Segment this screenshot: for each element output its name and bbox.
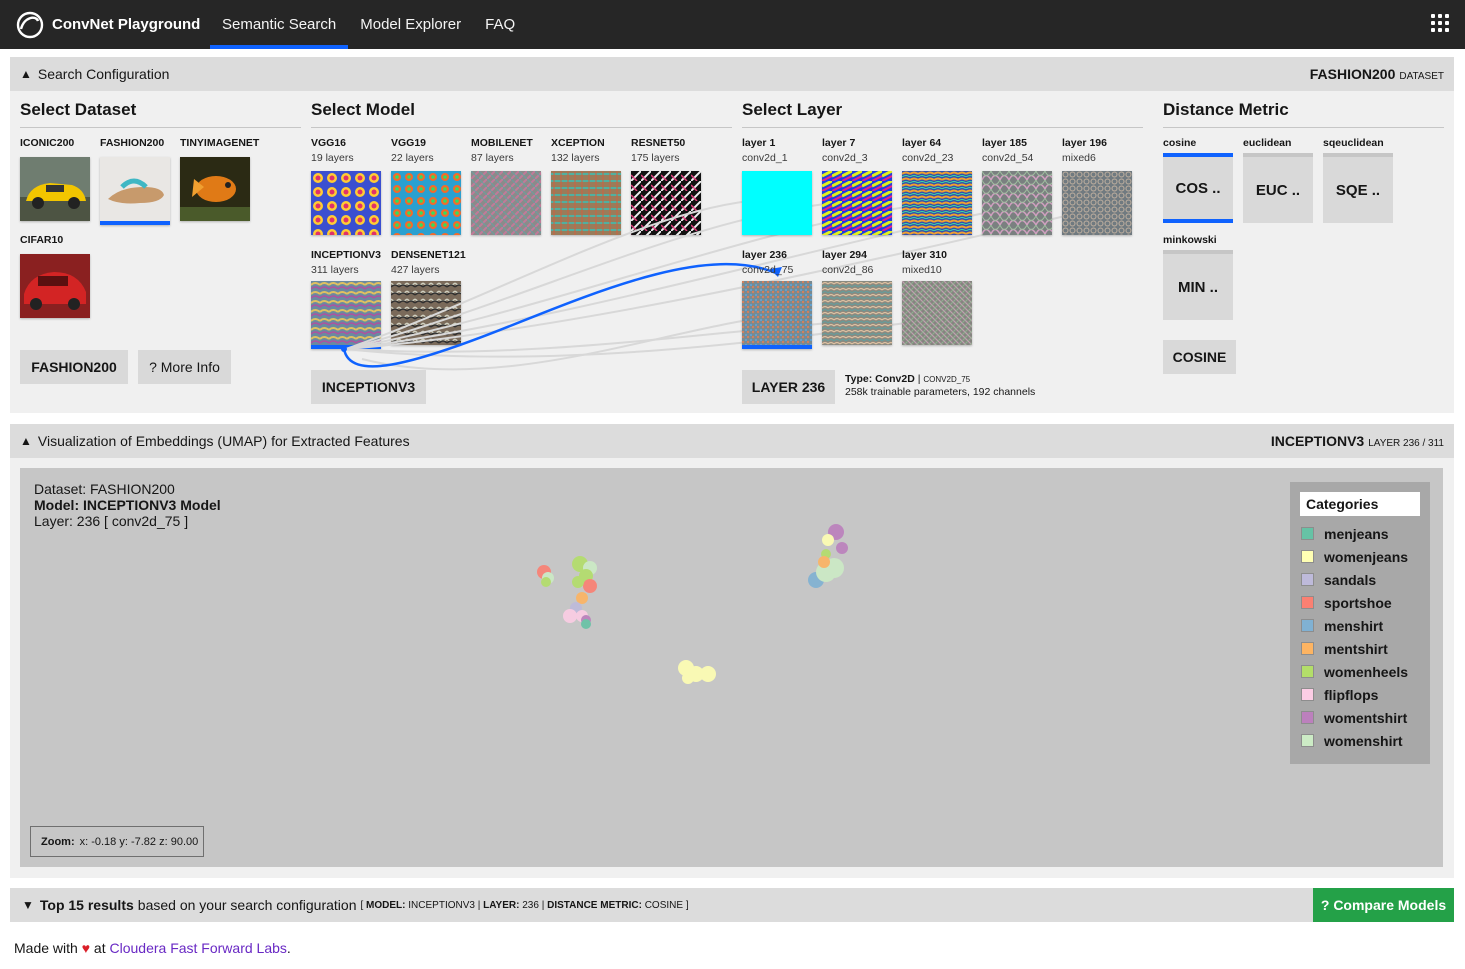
layer-thumb-196[interactable] (1062, 171, 1132, 235)
layer-option-7[interactable]: layer 7 conv2d_3 (822, 137, 868, 164)
umap-scatter (537, 524, 848, 684)
compare-models-button[interactable]: ? Compare Models (1313, 888, 1454, 922)
categories-legend: Categories menjeans womenjeans sandals s… (1290, 482, 1430, 764)
metric-label-sqeuclidean: sqeuclidean (1323, 137, 1384, 149)
metric-option-cosine[interactable]: COS .. (1163, 153, 1233, 223)
legend-title: Categories (1300, 492, 1420, 516)
search-config-title: Search Configuration (37, 66, 170, 82)
footer: Made with ♥ at Cloudera Fast Forward Lab… (14, 940, 291, 956)
metric-label-euclidean: euclidean (1243, 137, 1292, 149)
layer-info: Type: Conv2D | CONV2D_75 (845, 373, 971, 385)
legend-item-menshirt[interactable]: menshirt (1300, 614, 1420, 637)
convnet-logo-icon (16, 11, 44, 38)
collapse-toggle-icon: ▲ (20, 434, 32, 448)
cloudera-link[interactable]: Cloudera Fast Forward Labs (109, 940, 286, 956)
search-config-header[interactable]: ▲ Search Configuration FASHION200 DATASET (10, 57, 1454, 91)
selected-model-indicator: INCEPTIONV3 LAYER 236 / 311 (1270, 433, 1444, 449)
layer-option-64[interactable]: layer 64 conv2d_23 (902, 137, 953, 164)
legend-item-womenheels[interactable]: womenheels (1300, 660, 1420, 683)
layer-thumb-1[interactable] (742, 171, 812, 235)
legend-item-womenjeans[interactable]: womenjeans (1300, 545, 1420, 568)
tab-model-explorer[interactable]: Model Explorer (348, 0, 473, 49)
legend-item-womentshirt[interactable]: womentshirt (1300, 706, 1420, 729)
layer-thumb-310[interactable] (902, 281, 972, 345)
layer-option-185[interactable]: layer 185 conv2d_54 (982, 137, 1033, 164)
selected-layer-button[interactable]: LAYER 236 (742, 370, 835, 404)
layer-thumb-185[interactable] (982, 171, 1052, 235)
selected-dataset-indicator: FASHION200 DATASET (1309, 66, 1444, 82)
results-config-summary: [ MODEL: INCEPTIONV3 | LAYER: 236 | DIST… (360, 899, 689, 911)
select-layer-title: Select Layer (742, 100, 843, 119)
app-switcher-icon[interactable] (1431, 14, 1449, 32)
app-title: ConvNet Playground (52, 16, 201, 33)
collapse-toggle-icon: ▼ (22, 898, 34, 912)
results-count: Top 15 results (39, 897, 134, 913)
selected-metric-button[interactable]: COSINE (1163, 340, 1236, 374)
results-header[interactable]: ▼ Top 15 results based on your search co… (10, 888, 1454, 922)
layer-option-294[interactable]: layer 294 conv2d_86 (822, 249, 873, 276)
layer-params: 258k trainable parameters, 192 channels (845, 386, 1036, 398)
search-config-body: Select Dataset ICONIC200 FASHION200 TINY… (10, 91, 1454, 413)
legend-item-flipflops[interactable]: flipflops (1300, 683, 1420, 706)
metric-option-minkowski[interactable]: MIN .. (1163, 250, 1233, 320)
layer-thumb-7[interactable] (822, 171, 892, 235)
metric-option-euclidean[interactable]: EUC .. (1243, 153, 1313, 223)
legend-item-mentshirt[interactable]: mentshirt (1300, 637, 1420, 660)
layer-option-196[interactable]: layer 196 mixed6 (1062, 137, 1107, 164)
heart-icon: ♥ (81, 940, 91, 956)
metric-option-sqeuclidean[interactable]: SQE .. (1323, 153, 1393, 223)
visualization-header[interactable]: ▲ Visualization of Embeddings (UMAP) for… (10, 424, 1454, 458)
tab-faq[interactable]: FAQ (473, 0, 527, 49)
layer-thumb-294[interactable] (822, 281, 892, 345)
layer-option-310[interactable]: layer 310 mixed10 (902, 249, 947, 276)
metric-label-minkowski: minkowski (1163, 234, 1217, 246)
layer-option-1[interactable]: layer 1 conv2d_1 (742, 137, 788, 164)
distance-metric-title: Distance Metric (1163, 100, 1289, 119)
legend-item-menjeans[interactable]: menjeans (1300, 522, 1420, 545)
results-text: based on your search configuration (137, 897, 357, 913)
zoom-readout: Zoom: x: -0.18 y: -7.82 z: 90.00 (30, 826, 204, 857)
app-logo[interactable]: ConvNet Playground (0, 0, 210, 49)
legend-item-womenshirt[interactable]: womenshirt (1300, 729, 1420, 752)
model-layer-connectors (341, 198, 1097, 371)
top-navbar: ConvNet Playground Semantic Search Model… (0, 0, 1465, 49)
metric-label-cosine: cosine (1163, 137, 1197, 149)
collapse-toggle-icon: ▲ (20, 67, 32, 81)
legend-item-sandals[interactable]: sandals (1300, 568, 1420, 591)
umap-canvas[interactable]: Dataset: FASHION200 Model: INCEPTIONV3 M… (20, 468, 1443, 867)
layer-thumb-64[interactable] (902, 171, 972, 235)
tab-semantic-search[interactable]: Semantic Search (210, 0, 349, 49)
layer-option-236[interactable]: layer 236 conv2d_75 (742, 249, 793, 276)
legend-item-sportshoe[interactable]: sportshoe (1300, 591, 1420, 614)
visualization-title: Visualization of Embeddings (UMAP) for E… (37, 433, 410, 449)
layer-thumb-236[interactable] (742, 281, 812, 349)
